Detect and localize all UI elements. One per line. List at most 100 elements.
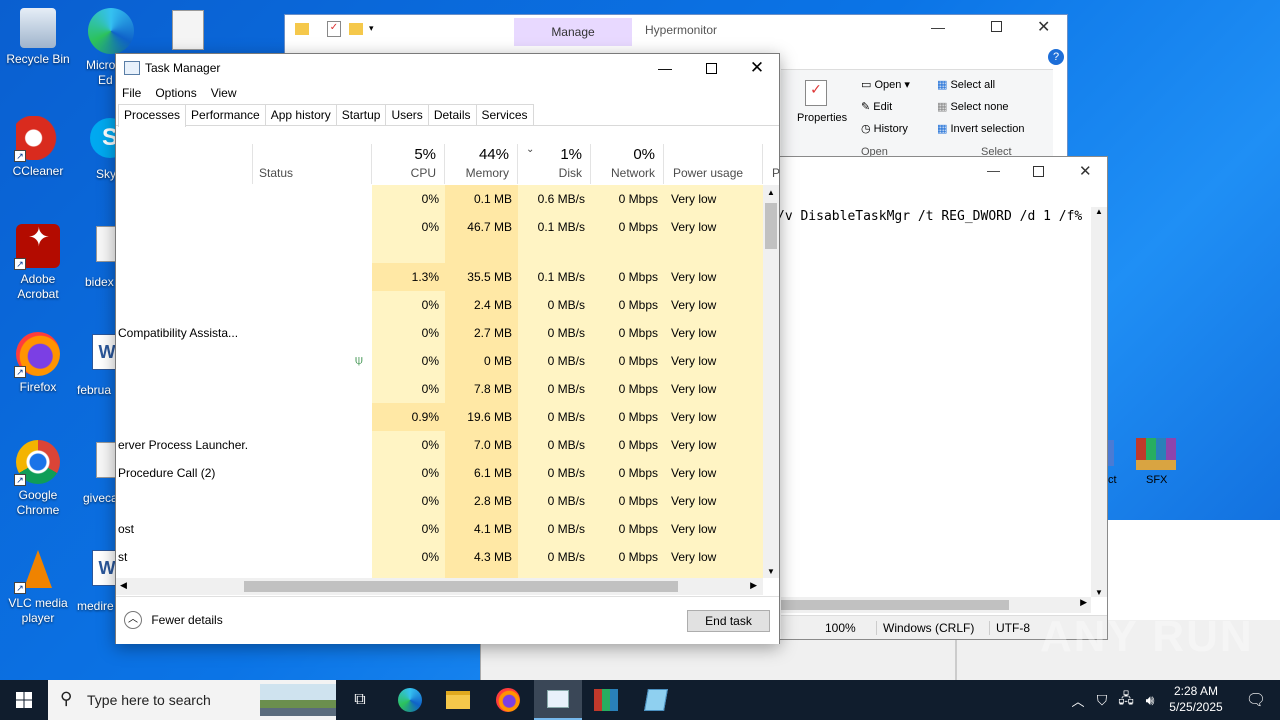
tab-processes[interactable]: Processes <box>118 104 187 127</box>
open-button[interactable]: ▭ Open ▾ <box>861 78 910 91</box>
edge-desktop-icon[interactable] <box>88 8 134 54</box>
scroll-thumb[interactable] <box>244 581 678 592</box>
desktop-icon-adobe-acrobat[interactable]: ✦ ↗ Adobe Acrobat <box>0 224 76 302</box>
scroll-down-icon[interactable]: ▼ <box>1091 588 1107 597</box>
tab-services[interactable]: Services <box>475 104 534 125</box>
desktop-icon-ccleaner[interactable]: ↗ CCleaner <box>0 116 76 179</box>
network-tray-icon[interactable]: 🖧 <box>1114 680 1138 720</box>
maximize-button[interactable] <box>991 21 1002 32</box>
process-row[interactable]: 1.3% 35.5 MB 0.1 MB/s 0 Mbps Very low <box>116 263 763 291</box>
tab-performance[interactable]: Performance <box>185 104 266 125</box>
tab-startup[interactable]: Startup <box>335 104 387 125</box>
close-button[interactable]: ✕ <box>734 54 780 82</box>
search-box[interactable]: ⚲ Type here to search <box>48 680 336 720</box>
scroll-right-icon[interactable]: ▶ <box>1080 597 1087 608</box>
invert-selection-button[interactable]: ▦ Invert selection <box>937 122 1024 135</box>
process-disk: 0 MB/s <box>547 550 585 564</box>
task-view-button[interactable]: ⧉ <box>336 680 384 720</box>
tab-details[interactable]: Details <box>427 104 477 125</box>
process-row[interactable]: 0% 2.4 MB 0 MB/s 0 Mbps Very low <box>116 291 763 319</box>
desktop-icon-google-chrome[interactable]: ↗ Google Chrome <box>0 440 76 518</box>
desktop-icon-vlc[interactable]: ↗ VLC media player <box>0 548 76 626</box>
clock[interactable]: 2:28 AM 5/25/2025 <box>1162 683 1230 715</box>
firefox-icon: ↗ <box>14 332 60 378</box>
security-tray-icon[interactable]: ⛉ <box>1090 680 1114 720</box>
process-row[interactable]: 0% 0 MB 0 MB/s 0 Mbps Very low <box>116 347 763 375</box>
process-row[interactable]: 0% 46.7 MB 0.1 MB/s 0 Mbps Very low <box>116 213 763 241</box>
quick-access-folder-icon[interactable] <box>295 23 309 35</box>
close-button[interactable]: ✕ <box>1037 17 1050 37</box>
minimize-button[interactable]: — <box>931 19 945 35</box>
properties-quick-icon[interactable]: ✓ <box>327 21 341 37</box>
process-row[interactable]: 0% 2.8 MB 0 MB/s 0 Mbps Very low <box>116 487 763 515</box>
select-all-button[interactable]: ▦ Select all <box>937 78 995 91</box>
menu-file[interactable]: File <box>122 86 141 100</box>
minimize-button[interactable]: — <box>642 54 688 82</box>
task-manager-taskbar-icon[interactable] <box>534 680 582 720</box>
process-memory: 6.1 MB <box>473 466 512 480</box>
tab-users[interactable]: Users <box>385 104 429 125</box>
scroll-thumb[interactable] <box>781 600 1009 610</box>
column-header-cpu[interactable]: 5% CPU <box>372 144 445 184</box>
notifications-icon[interactable]: 🗨︎ <box>1232 680 1280 720</box>
scroll-right-icon[interactable]: ▶ <box>750 580 757 591</box>
close-button[interactable]: ✕ <box>1079 162 1092 180</box>
sfx-archive-icon[interactable] <box>1136 438 1176 470</box>
column-header-extra[interactable]: P <box>763 144 780 184</box>
start-button[interactable] <box>0 680 48 720</box>
process-row[interactable]: 0% 0.1 MB 0.6 MB/s 0 Mbps Very low <box>116 185 763 213</box>
process-row[interactable]: 0.9% 19.6 MB 0 MB/s 0 Mbps Very low <box>116 403 763 431</box>
edge-taskbar-icon[interactable] <box>386 680 434 720</box>
history-button[interactable]: ◷ History <box>861 122 908 135</box>
menu-options[interactable]: Options <box>155 86 196 100</box>
horizontal-scrollbar[interactable]: ◀ ▶ <box>116 578 763 595</box>
clock-date: 5/25/2025 <box>1169 700 1223 714</box>
process-row[interactable]: ost 0% 4.1 MB 0 MB/s 0 Mbps Very low <box>116 515 763 543</box>
column-header-disk[interactable]: ⌄ 1% Disk <box>518 144 591 184</box>
file-desktop-icon[interactable] <box>172 10 204 50</box>
horizontal-scrollbar[interactable]: ▶ <box>781 597 1091 613</box>
qat-dropdown-icon[interactable]: ▾ <box>369 23 374 34</box>
column-header-network[interactable]: 0% Network <box>591 144 664 184</box>
process-network: 0 Mbps <box>618 220 658 234</box>
desktop-icon-firefox[interactable]: ↗ Firefox <box>0 332 76 395</box>
desktop-icon-recycle-bin[interactable]: Recycle Bin <box>0 8 76 67</box>
title-bar[interactable]: Task Manager — ✕ <box>116 54 779 82</box>
scroll-up-icon[interactable]: ▲ <box>1091 207 1107 216</box>
process-row[interactable]: 0% 7.8 MB 0 MB/s 0 Mbps Very low <box>116 375 763 403</box>
scroll-left-icon[interactable]: ◀ <box>120 580 127 591</box>
properties-button[interactable]: Properties <box>797 112 847 124</box>
process-row[interactable]: erver Process Launcher... 0% 7.0 MB 0 MB/s 0… <box>116 431 763 459</box>
edit-button[interactable]: ✎ Edit <box>861 100 892 113</box>
scroll-thumb[interactable] <box>765 203 777 249</box>
fewer-details-button[interactable]: ︿ Fewer details <box>124 611 223 629</box>
column-header-status[interactable]: Status <box>252 144 372 184</box>
column-header-power-usage[interactable]: Power usage <box>664 144 763 184</box>
select-none-button[interactable]: ▦ Select none <box>937 100 1009 113</box>
tab-bar: Processes Performance App history Startu… <box>116 104 779 127</box>
process-row[interactable]: Procedure Call (2) 0% 6.1 MB 0 MB/s 0 Mbps Ve… <box>116 459 763 487</box>
new-folder-quick-icon[interactable] <box>349 23 363 35</box>
column-header-memory[interactable]: 44% Memory <box>445 144 518 184</box>
firefox-taskbar-icon[interactable] <box>484 680 532 720</box>
help-icon[interactable]: ? <box>1048 49 1064 65</box>
vertical-scrollbar[interactable]: ▲ ▼ <box>763 185 779 578</box>
scroll-down-icon[interactable]: ▼ <box>763 567 779 576</box>
process-row[interactable]: st 0% 4.3 MB 0 MB/s 0 Mbps Very low <box>116 543 763 571</box>
vertical-scrollbar[interactable]: ▲ ▼ <box>1091 207 1107 597</box>
process-row[interactable]: Compatibility Assista... 0% 2.7 MB 0 MB/s 0 … <box>116 319 763 347</box>
maximize-button[interactable] <box>688 54 734 82</box>
show-hidden-icons-chevron-icon[interactable]: ︿ <box>1066 680 1090 720</box>
manage-tab[interactable]: Manage <box>514 18 632 46</box>
maximize-button[interactable] <box>1033 166 1044 177</box>
end-task-button[interactable]: End task <box>687 610 770 632</box>
notepad-taskbar-icon[interactable] <box>632 680 680 720</box>
tab-app-history[interactable]: App history <box>264 104 337 125</box>
winrar-taskbar-icon[interactable] <box>582 680 630 720</box>
volume-tray-icon[interactable]: 🔊︎ <box>1138 680 1162 720</box>
menu-view[interactable]: View <box>211 86 237 100</box>
minimize-button[interactable]: — <box>987 163 1000 178</box>
scroll-up-icon[interactable]: ▲ <box>763 188 779 197</box>
editor-text[interactable]: /v DisableTaskMgr /t REG_DWORD /d 1 /f% <box>777 209 1082 224</box>
file-explorer-taskbar-icon[interactable] <box>434 680 482 720</box>
